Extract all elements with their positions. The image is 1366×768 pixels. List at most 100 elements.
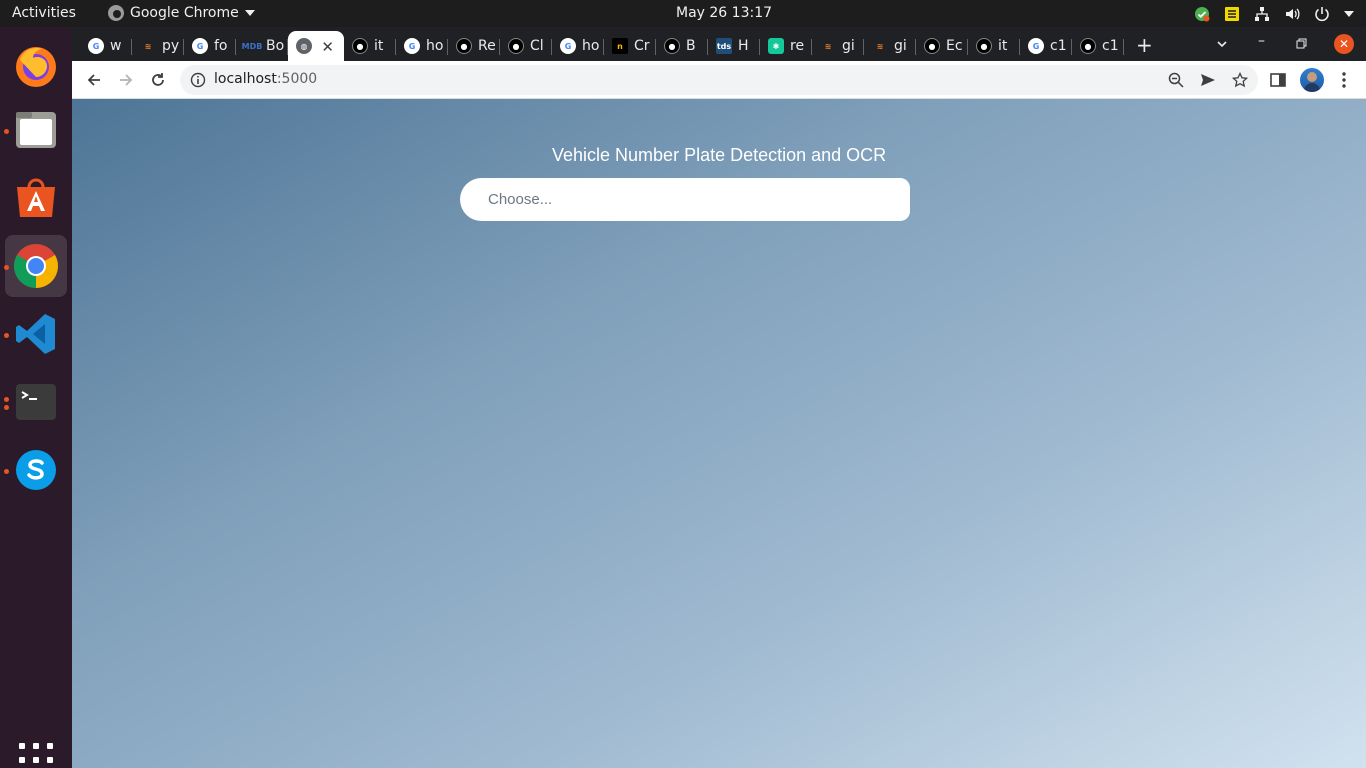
tab-title: Cr [634, 38, 650, 54]
chevron-down-icon [244, 10, 255, 16]
browser-tab[interactable]: n Cr [604, 31, 656, 61]
page-title: Vehicle Number Plate Detection and OCR [552, 145, 887, 165]
new-tab-button[interactable]: + [1136, 33, 1153, 57]
dock-files[interactable] [5, 99, 67, 161]
info-icon[interactable] [190, 72, 206, 88]
file-input[interactable]: Choose... [460, 178, 910, 221]
browser-tab[interactable]: Gho [396, 31, 448, 61]
clock[interactable]: May 26 13:17 [676, 5, 772, 21]
arrow-right-icon [120, 74, 133, 86]
chrome-icon [14, 244, 58, 288]
system-top-bar: Activities Google Chrome May 26 13:17 [0, 0, 1366, 27]
browser-tab[interactable]: ≋ py [132, 31, 184, 61]
update-shield-icon[interactable] [1194, 6, 1210, 22]
browser-tab[interactable]: ◍ ✕ [288, 31, 344, 61]
tab-title: it [998, 38, 1008, 54]
address-bar[interactable]: localhost:5000 [180, 65, 1258, 95]
browser-tab[interactable]: ● Cl [500, 31, 552, 61]
tab-title: ho [426, 38, 444, 54]
browser-tab[interactable]: tds H [708, 31, 760, 61]
side-panel-icon[interactable] [1268, 70, 1288, 90]
running-indicator [4, 265, 9, 270]
browser-tab[interactable]: ● Re [448, 31, 500, 61]
chrome-window: Gw ≋ py Gfo MDB Bo ◍ ✕ ● it Gho ● Re ● Cl Gho n Cr ● Btds H ✱… [72, 27, 1366, 768]
browser-tab[interactable]: ● c1 [1072, 31, 1124, 61]
app-menu-label: Google Chrome [130, 5, 239, 21]
back-button[interactable] [84, 70, 104, 90]
github-icon: ● [924, 38, 940, 54]
stackoverflow-icon: ≋ [144, 41, 152, 51]
browser-tab[interactable]: ≋ gi [864, 31, 916, 61]
reload-icon [152, 73, 164, 86]
tab-title: py [162, 38, 180, 54]
url-text: localhost:5000 [214, 71, 318, 87]
tab-title: gi [842, 38, 855, 54]
tab-title: ho [582, 38, 600, 54]
network-icon[interactable] [1254, 6, 1270, 22]
files-icon [16, 112, 56, 148]
tab-separator [1123, 39, 1124, 55]
tab-search-icon[interactable] [1216, 38, 1228, 50]
dock-software[interactable] [5, 167, 67, 229]
browser-tab[interactable]: ● B [656, 31, 708, 61]
browser-tab[interactable]: ✱ re [760, 31, 812, 61]
restore-button[interactable] [1296, 38, 1307, 49]
show-applications-icon[interactable] [19, 743, 53, 768]
send-icon[interactable] [1200, 72, 1216, 88]
tab-title: Cl [530, 38, 544, 54]
terminal-icon [16, 384, 56, 420]
app-menu[interactable]: Google Chrome [108, 5, 255, 21]
google-icon: G [560, 38, 576, 54]
dock-chrome[interactable] [5, 235, 67, 297]
browser-tab[interactable]: ≋ gi [812, 31, 864, 61]
browser-tab[interactable]: Gw [80, 31, 132, 61]
browser-tab[interactable]: ● it [968, 31, 1020, 61]
github-icon: ● [456, 38, 472, 54]
minimize-button[interactable]: – [1258, 33, 1265, 49]
browser-tab[interactable]: Gho [552, 31, 604, 61]
browser-tab[interactable]: ● Ec [916, 31, 968, 61]
github-icon: ● [664, 38, 680, 54]
tab-title: Re [478, 38, 496, 54]
zoom-icon[interactable] [1168, 72, 1184, 88]
tab-title: Bo [266, 38, 285, 54]
more-menu-icon[interactable] [1334, 70, 1354, 90]
volume-icon[interactable] [1284, 6, 1300, 22]
forward-button[interactable] [116, 70, 136, 90]
vscode-icon [16, 314, 55, 354]
browser-tab[interactable]: Gfo [184, 31, 236, 61]
browser-tab[interactable]: ● it [344, 31, 396, 61]
tab-title: c1 [1050, 38, 1067, 54]
skype-icon [16, 450, 56, 490]
mdb-icon: MDB [241, 41, 263, 51]
dock-skype[interactable] [5, 439, 67, 501]
github-icon: ● [1080, 38, 1096, 54]
star-icon[interactable] [1232, 72, 1248, 88]
browser-tab[interactable]: MDB Bo [236, 31, 288, 61]
close-tab-icon[interactable]: ✕ [321, 38, 334, 56]
tab-title: B [686, 38, 696, 54]
google-icon: G [192, 38, 208, 54]
activities-button[interactable]: Activities [12, 5, 76, 21]
tab-title: H [738, 38, 749, 54]
profile-avatar[interactable] [1300, 68, 1324, 92]
chrome-icon [108, 5, 124, 21]
tds-icon: tds [716, 38, 732, 54]
power-icon[interactable] [1314, 6, 1330, 22]
github-icon: ● [976, 38, 992, 54]
dock-terminal[interactable] [5, 371, 67, 433]
notes-icon[interactable] [1224, 6, 1240, 22]
system-tray[interactable] [1194, 4, 1354, 24]
chevron-down-icon[interactable] [1344, 11, 1354, 17]
software-center-icon [17, 178, 55, 217]
dock-firefox[interactable] [5, 35, 67, 97]
dock-vscode[interactable] [5, 303, 67, 365]
reload-button[interactable] [148, 70, 168, 90]
browser-tab[interactable]: Gc1 [1020, 31, 1072, 61]
close-window-button[interactable]: ✕ [1334, 34, 1354, 54]
tab-title: gi [894, 38, 907, 54]
tab-title: re [790, 38, 805, 54]
github-icon: ● [352, 38, 368, 54]
github-icon: ● [508, 38, 524, 54]
tab-title: it [374, 38, 384, 54]
